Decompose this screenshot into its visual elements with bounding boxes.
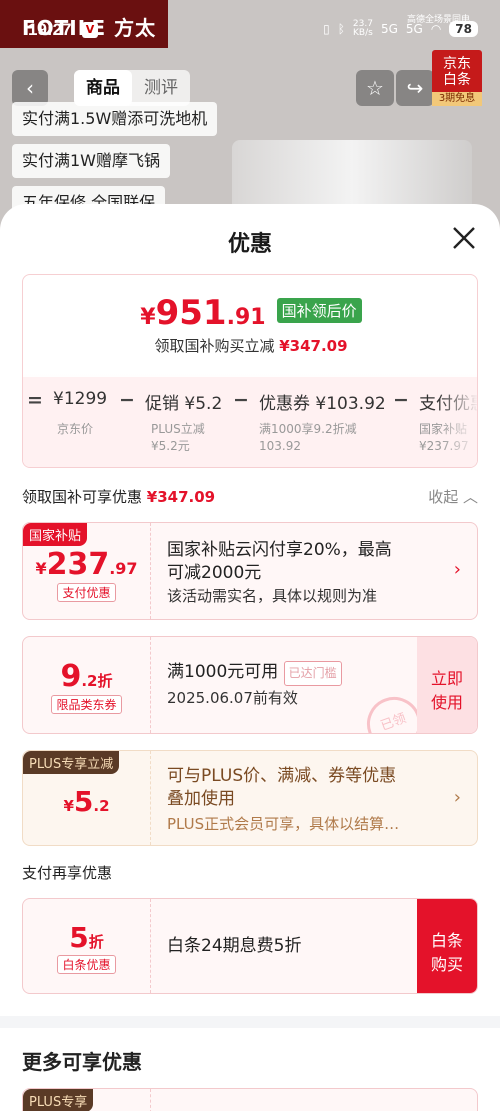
plus-amount: 5 — [73, 785, 94, 818]
collapse-toggle[interactable]: 收起 ︿ — [428, 486, 478, 507]
back-icon[interactable]: ‹ — [12, 70, 48, 106]
plus-discount-card[interactable]: ¥5.2 PLUS专享立减 可与PLUS价、满减、券等优惠 叠加使用 PLUS正… — [22, 750, 478, 846]
coupon-card: 9.2折 限品类东券 满1000元可用 已达门槛 2025.06.07前有效 已… — [22, 636, 478, 734]
status-bar: 19:27 V 高德全场景同电 ▯ ᛒ 23.7 KB/s 5G 5G ◠ 78 — [0, 0, 500, 44]
star-icon[interactable]: ☆ — [356, 70, 394, 106]
network-speed: 23.7 KB/s — [352, 19, 373, 38]
subsidy-amount: 237 — [46, 547, 110, 582]
baitiao-description: 白条24期息费5折 — [167, 936, 302, 956]
minus-sign: − — [393, 389, 409, 411]
badge-line1: 京东 — [443, 56, 471, 72]
final-price: ¥951.91 国补领后价 — [23, 293, 477, 333]
discount-sheet: 优惠 ¥951.91 国补领后价 领取国补购买立减 ¥347.09 = ¥129… — [0, 204, 500, 1111]
signal-5g-icon: 5G — [405, 22, 423, 36]
section-divider — [0, 1016, 500, 1028]
promo-line: 实付满1W赠摩飞锅 — [12, 144, 171, 178]
baitiao-card: 5折 白条优惠 白条24期息费5折 白条 购买 — [22, 898, 478, 994]
bluetooth-icon: ᛒ — [337, 22, 345, 36]
formula-item-promo: 促销 ¥5.2 — [145, 394, 223, 414]
plus-description: 可与PLUS价、满减、券等优惠 叠加使用 — [167, 766, 397, 809]
tab-review[interactable]: 测评 — [132, 70, 190, 106]
section-label: 领取国补可享优惠 — [22, 488, 143, 506]
plus-exclusive-card[interactable]: PLUS专享 — [22, 1088, 478, 1111]
baitiao-buy-button[interactable]: 白条 购买 — [417, 899, 477, 993]
jd-baitiao-badge[interactable]: 京东 白条 3期免息 — [432, 50, 482, 106]
chevron-right-icon: › — [453, 787, 461, 808]
product-tabs: 商品 测评 — [74, 70, 190, 106]
chevron-up-icon: ︿ — [462, 488, 478, 506]
app-notification-icon: V — [82, 22, 98, 38]
formula-sub-jd-price: 京东价 — [57, 422, 94, 436]
badge-line3: 3期免息 — [432, 92, 482, 106]
formula-sub-coupon: 满1000享9.2折减 103.92 — [259, 422, 357, 453]
system-icons: ▯ ᛒ 23.7 KB/s 5G 5G ◠ 78 — [323, 20, 478, 38]
baitiao-pill: 白条优惠 — [57, 955, 116, 974]
equals-sign: = — [27, 389, 43, 411]
subline-text: 领取国补购买立减 — [154, 337, 275, 355]
price-currency: ¥ — [140, 305, 156, 330]
coupon-threshold: 满1000元可用 已达门槛 — [167, 661, 342, 686]
more-discounts-header: 更多可享优惠 — [22, 1050, 142, 1074]
use-coupon-button[interactable]: 立即 使用 — [417, 637, 477, 733]
threshold-reached-pill: 已达门槛 — [283, 661, 342, 686]
price-decimal: .91 — [226, 305, 266, 330]
wifi-icon: ◠ — [430, 22, 442, 36]
price-formula[interactable]: = ¥1299 京东价 − 促销 ¥5.2 PLUS立减 ¥5.2元 − 优惠券 … — [23, 377, 477, 467]
section-amount: ¥347.09 — [146, 488, 216, 506]
close-icon[interactable] — [450, 224, 478, 252]
national-subsidy-ribbon: 国家补贴 — [23, 523, 88, 546]
national-subsidy-card[interactable]: ¥237.97 支付优惠 国家补贴 国家补贴云闪付享20%，最高 可减2000元… — [22, 522, 478, 620]
badge-line2: 白条 — [443, 72, 471, 88]
sheet-title: 优惠 — [227, 232, 272, 257]
coupon-category-pill: 限品类东券 — [51, 695, 122, 714]
payment-discount-pill: 支付优惠 — [57, 583, 116, 602]
formula-item-jd-price: ¥1299 — [53, 389, 108, 409]
baitiao-discount: 5 — [69, 921, 89, 954]
baitiao-amount-block: 5折 白条优惠 — [23, 899, 151, 993]
price-integer: 951 — [155, 293, 227, 333]
signal-5g-icon: 5G — [380, 22, 398, 36]
price-breakdown-card: ¥951.91 国补领后价 领取国补购买立减 ¥347.09 = ¥1299 京… — [22, 274, 478, 468]
share-icon[interactable]: ↪ — [396, 70, 434, 106]
payment-section-header: 支付再享优惠 — [22, 864, 113, 882]
coupon-amount-block: 9.2折 限品类东券 — [23, 637, 151, 733]
promo-line: 实付满1.5W赠添可洗地机 — [12, 102, 218, 136]
coupon-discount: 9 — [60, 659, 82, 694]
subsidy-subline: 领取国补购买立减 ¥347.09 — [23, 335, 477, 356]
chevron-right-icon: › — [453, 559, 461, 580]
minus-sign: − — [233, 389, 249, 411]
subline-amount: ¥347.09 — [279, 337, 348, 355]
formula-item-coupon: 优惠券 ¥103.92 — [259, 394, 386, 414]
tab-product[interactable]: 商品 — [74, 70, 132, 106]
subsidy-note: 该活动需实名，具体以规则为准 — [167, 587, 378, 605]
plus-ribbon: PLUS专享立减 — [23, 751, 120, 774]
vibrate-icon: ▯ — [323, 22, 330, 36]
minus-sign: − — [119, 389, 135, 411]
subsidy-description: 国家补贴云闪付享20%，最高 可减2000元 — [167, 540, 392, 583]
coupon-expiry: 2025.06.07前有效 — [167, 689, 298, 707]
status-time: 19:27 — [28, 20, 72, 39]
subsidy-price-tag: 国补领后价 — [276, 298, 362, 323]
formula-sub-promo: PLUS立减 ¥5.2元 — [151, 422, 205, 453]
plus-note: PLUS正式会员可享，具体以结算… — [167, 815, 400, 833]
battery-icon: 78 — [449, 21, 478, 37]
collapse-label: 收起 — [428, 488, 459, 506]
subsidy-section-header: 领取国补可享优惠 ¥347.09 — [22, 486, 215, 507]
